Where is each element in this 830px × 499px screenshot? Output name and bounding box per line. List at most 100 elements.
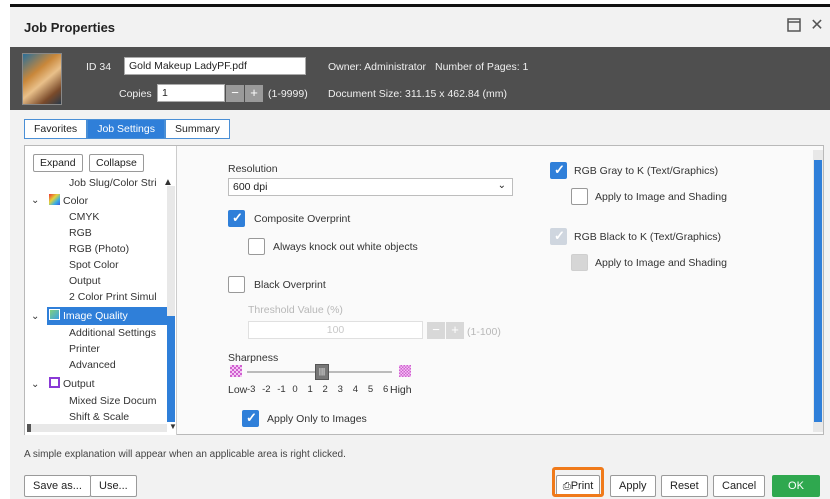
image-quality-icon — [49, 309, 60, 320]
cancel-button[interactable]: Cancel — [713, 475, 766, 497]
settings-scrollbar[interactable] — [813, 150, 823, 432]
copies-increment-button[interactable]: + — [245, 85, 263, 102]
tree-item-output-sub[interactable]: Output — [69, 275, 101, 287]
tree-item-spot-color[interactable]: Spot Color — [69, 259, 119, 271]
threshold-field[interactable]: 100 — [248, 321, 423, 339]
apply-shading-checkbox[interactable] — [571, 188, 588, 205]
apply-shading-2-checkbox[interactable] — [571, 254, 588, 271]
tree-item-color[interactable]: Color — [49, 194, 88, 207]
collapse-button[interactable]: Collapse — [89, 154, 144, 172]
tree-item-mixed-size[interactable]: Mixed Size Docum — [69, 395, 157, 407]
window-title: Job Properties — [24, 20, 116, 35]
rgb-black-checkbox[interactable] — [550, 228, 567, 245]
copies-range: (1-9999) — [268, 88, 308, 100]
output-icon — [49, 377, 60, 388]
apply-only-images-checkbox[interactable] — [242, 410, 259, 427]
job-header: ID 34 Owner: Administrator Number of Pag… — [10, 47, 830, 110]
tree-item-image-quality-label: Image Quality — [63, 310, 128, 322]
threshold-label: Threshold Value (%) — [248, 304, 343, 316]
apply-only-images-label: Apply Only to Images — [267, 413, 367, 425]
copies-label: Copies — [119, 88, 152, 100]
black-overprint-label: Black Overprint — [254, 279, 326, 291]
file-name-field[interactable] — [124, 57, 306, 75]
composite-overprint-checkbox[interactable] — [228, 210, 245, 227]
tab-bar: Favorites Job Settings Summary — [24, 119, 230, 139]
apply-shading-2-label: Apply to Image and Shading — [595, 257, 727, 269]
use-button[interactable]: Use... — [90, 475, 137, 497]
save-as-button[interactable]: Save as... — [24, 475, 91, 497]
document-size: Document Size: 311.15 x 462.84 (mm) — [328, 88, 507, 100]
chevron-down-icon[interactable]: ⌄ — [31, 195, 39, 206]
title-bar: Job Properties ✕ — [10, 7, 830, 47]
close-icon[interactable]: ✕ — [808, 17, 826, 35]
resolution-label: Resolution — [228, 163, 278, 175]
tree-item-rgb[interactable]: RGB — [69, 227, 92, 239]
rgb-gray-label: RGB Gray to K (Text/Graphics) — [574, 165, 719, 177]
resolution-select[interactable]: 600 dpi ⌄ — [228, 178, 513, 196]
sharpness-tick-label: 2 — [322, 384, 328, 395]
threshold-decrement-button[interactable]: − — [427, 322, 445, 339]
apply-button[interactable]: Apply — [610, 475, 656, 497]
copies-field[interactable] — [157, 84, 225, 102]
tree-item-image-quality[interactable]: Image Quality — [47, 307, 167, 325]
black-overprint-checkbox[interactable] — [228, 276, 245, 293]
scroll-left-icon[interactable] — [27, 424, 31, 432]
tab-job-settings[interactable]: Job Settings — [87, 119, 165, 139]
hint-text: A simple explanation will appear when an… — [24, 449, 346, 460]
color-icon — [49, 194, 60, 205]
maximize-icon[interactable] — [785, 17, 803, 35]
tree-item-shift-scale[interactable]: Shift & Scale — [69, 411, 129, 423]
apply-shading-label: Apply to Image and Shading — [595, 191, 727, 203]
sharpness-tick-label: -3 — [247, 384, 256, 395]
print-highlight — [552, 467, 604, 497]
number-of-pages: Number of Pages: 1 — [435, 61, 529, 73]
expand-button[interactable]: Expand — [33, 154, 83, 172]
copies-decrement-button[interactable]: − — [226, 85, 244, 102]
resolution-value: 600 dpi — [233, 181, 268, 193]
scroll-down-icon[interactable]: ▼ — [169, 422, 177, 431]
reset-button[interactable]: Reset — [661, 475, 708, 497]
chevron-down-icon[interactable]: ⌄ — [31, 311, 39, 322]
ok-button[interactable]: OK — [772, 475, 820, 497]
job-id: ID 34 — [86, 61, 112, 73]
tree-item-additional-settings[interactable]: Additional Settings — [69, 327, 156, 339]
tree-item-job-slug[interactable]: Job Slug/Color Stri — [69, 177, 157, 189]
sharpness-tick-label: 1 — [307, 384, 313, 395]
tree-scrollbar-thumb[interactable] — [167, 316, 175, 422]
knock-out-checkbox[interactable] — [248, 238, 265, 255]
tree-item-output-label: Output — [63, 378, 95, 390]
tree-item-printer[interactable]: Printer — [69, 343, 100, 355]
tree-item-rgb-photo[interactable]: RGB (Photo) — [69, 243, 129, 255]
tree-item-output[interactable]: Output — [49, 377, 95, 390]
tree-item-2-color[interactable]: 2 Color Print Simul — [69, 291, 157, 303]
settings-scrollbar-thumb[interactable] — [814, 160, 822, 422]
tree-scrollbar[interactable] — [167, 186, 175, 422]
tree-hscrollbar[interactable] — [27, 424, 167, 432]
settings-tree: Expand Collapse Job Slug/Color Stri ▲ ⌄ … — [25, 146, 177, 435]
tree-item-cmyk[interactable]: CMYK — [69, 211, 99, 223]
threshold-increment-button[interactable]: + — [446, 322, 464, 339]
tab-summary[interactable]: Summary — [164, 119, 230, 139]
chevron-down-icon[interactable]: ⌄ — [31, 379, 39, 390]
tree-item-advanced[interactable]: Advanced — [69, 359, 116, 371]
sharpness-high-label: High — [390, 384, 412, 396]
sharpness-tick-label: 0 — [292, 384, 298, 395]
rgb-black-label: RGB Black to K (Text/Graphics) — [574, 231, 722, 243]
sharpness-label: Sharpness — [228, 352, 279, 364]
sharpness-tick-label: -2 — [262, 384, 271, 395]
tree-item-color-label: Color — [63, 195, 89, 207]
sharpness-low-label: Low — [228, 384, 248, 396]
sharpness-low-icon — [230, 365, 242, 377]
knock-out-label: Always knock out white objects — [273, 241, 418, 253]
sharpness-tick-label: 3 — [337, 384, 343, 395]
settings-panel: Expand Collapse Job Slug/Color Stri ▲ ⌄ … — [24, 145, 824, 435]
sharpness-tick-label: 5 — [367, 384, 374, 395]
sharpness-slider-thumb[interactable]: ||| — [315, 364, 329, 380]
tab-favorites[interactable]: Favorites — [24, 119, 88, 139]
composite-overprint-label: Composite Overprint — [254, 213, 351, 225]
job-properties-window: Job Properties ✕ ID 34 Owner: Administra… — [10, 4, 830, 499]
owner-label: Owner: Administrator — [328, 61, 427, 73]
rgb-gray-checkbox[interactable] — [550, 162, 567, 179]
threshold-range: (1-100) — [467, 326, 501, 338]
sharpness-tick-label: 4 — [352, 384, 359, 395]
